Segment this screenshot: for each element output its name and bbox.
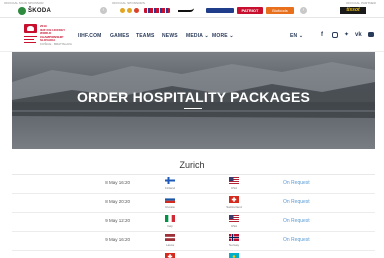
twitter-icon[interactable]: ✦ <box>344 32 349 38</box>
tissot-logo[interactable]: tissot <box>340 7 366 14</box>
away-team: Switzerland <box>226 205 242 209</box>
on-request-link[interactable]: On Request <box>283 218 310 224</box>
nike-swoosh-icon[interactable] <box>178 8 194 12</box>
away-team: USA <box>230 186 238 190</box>
nav-item-more[interactable]: MORE ⌄ <box>212 33 234 39</box>
title-divider <box>184 108 202 109</box>
switzerland-flag-icon <box>229 196 239 203</box>
on-request-link[interactable]: On Request <box>283 199 310 205</box>
sponsor-logo[interactable] <box>134 8 139 13</box>
city-heading: Zurich <box>179 160 205 170</box>
on-request-link[interactable]: On Request <box>283 180 310 186</box>
nav-item-teams[interactable]: TEAMS <box>136 33 155 39</box>
game-date: 8 May 20:20 <box>105 199 130 204</box>
sponsor-bar: OFFICIAL MAIN SPONSOR ŠKODA ‹ OFFICIAL S… <box>0 0 384 18</box>
usa-flag-icon <box>229 215 239 222</box>
sponsor-logo[interactable] <box>120 8 125 13</box>
nav-item-iihf-com[interactable]: IIHF.COM <box>78 33 102 39</box>
page-title: ORDER HOSPITALITY PACKAGES <box>76 89 311 105</box>
official-main-sponsor-label: OFFICIAL MAIN SPONSOR <box>4 1 44 5</box>
vk-icon[interactable]: vk <box>355 32 362 38</box>
on-request-link[interactable]: On Request <box>283 237 310 243</box>
carousel-prev-icon[interactable]: ‹ <box>100 7 107 14</box>
table-row: 8 May 20:20 Russia Switzerland On Reques… <box>12 194 375 213</box>
sponsor-logo[interactable] <box>206 8 234 13</box>
carousel-next-icon[interactable]: › <box>300 7 307 14</box>
sponsor-logo[interactable] <box>144 8 170 13</box>
nav-item-media[interactable]: MEDIA ⌄ <box>186 33 209 39</box>
main-navigation: 2019 IIHF ICE HOCKEY WORLD CHAMPIONSHIP … <box>0 18 384 52</box>
usa-flag-icon <box>229 177 239 184</box>
game-date: 9 May 16:20 <box>105 237 130 242</box>
game-date: 9 May 12:20 <box>105 218 130 223</box>
sponsor-logo[interactable] <box>127 8 132 13</box>
iihf-emblem-icon <box>24 24 37 33</box>
away-team: USA <box>230 224 238 228</box>
youtube-icon[interactable] <box>368 32 374 37</box>
language-selector[interactable]: EN ⌄ <box>290 33 303 39</box>
nav-item-games[interactable]: GAMES <box>110 33 129 39</box>
russia-flag-icon <box>165 196 175 203</box>
skoda-logo[interactable]: ŠKODA <box>18 7 51 15</box>
event-name: 2019 IIHF ICE HOCKEY WORLD CHAMPIONSHIP … <box>40 24 72 46</box>
hero-banner: ORDER HOSPITALITY PACKAGES <box>12 52 375 149</box>
switzerland-flag-icon <box>165 253 175 258</box>
game-date: 8 May 16:20 <box>105 180 130 185</box>
official-sponsors-label: OFFICIAL SPONSORS <box>112 1 145 5</box>
table-row: 8 May 16:20 Finland USA On Request <box>12 175 375 194</box>
table-row: 9 May 12:20 Italy USA On Request <box>12 213 375 232</box>
away-team: Norway <box>228 243 240 247</box>
latvia-flag-icon <box>165 234 175 241</box>
nav-item-news[interactable]: NEWS <box>162 33 178 39</box>
table-row: 9 May 16:20 Latvia Norway On Request <box>12 232 375 251</box>
home-team: Finland <box>165 186 175 190</box>
instagram-icon[interactable] <box>332 32 338 38</box>
kazakhstan-flag-icon <box>229 253 239 258</box>
facebook-icon[interactable]: f <box>321 32 323 38</box>
biofoods-logo[interactable]: Biofoods <box>266 7 294 14</box>
patriot-logo[interactable]: PATRIOT <box>237 7 263 14</box>
italy-flag-icon <box>165 215 175 222</box>
skoda-emblem-icon <box>18 7 26 15</box>
home-team: Latvia <box>165 243 174 247</box>
home-team: Russia <box>165 205 175 209</box>
event-logo[interactable] <box>24 24 37 46</box>
home-team: Italy <box>167 224 173 228</box>
norway-flag-icon <box>229 234 239 241</box>
table-row <box>12 251 375 258</box>
finland-flag-icon <box>165 177 175 184</box>
official-partner-label: OFFICIAL PARTNER <box>346 1 376 5</box>
